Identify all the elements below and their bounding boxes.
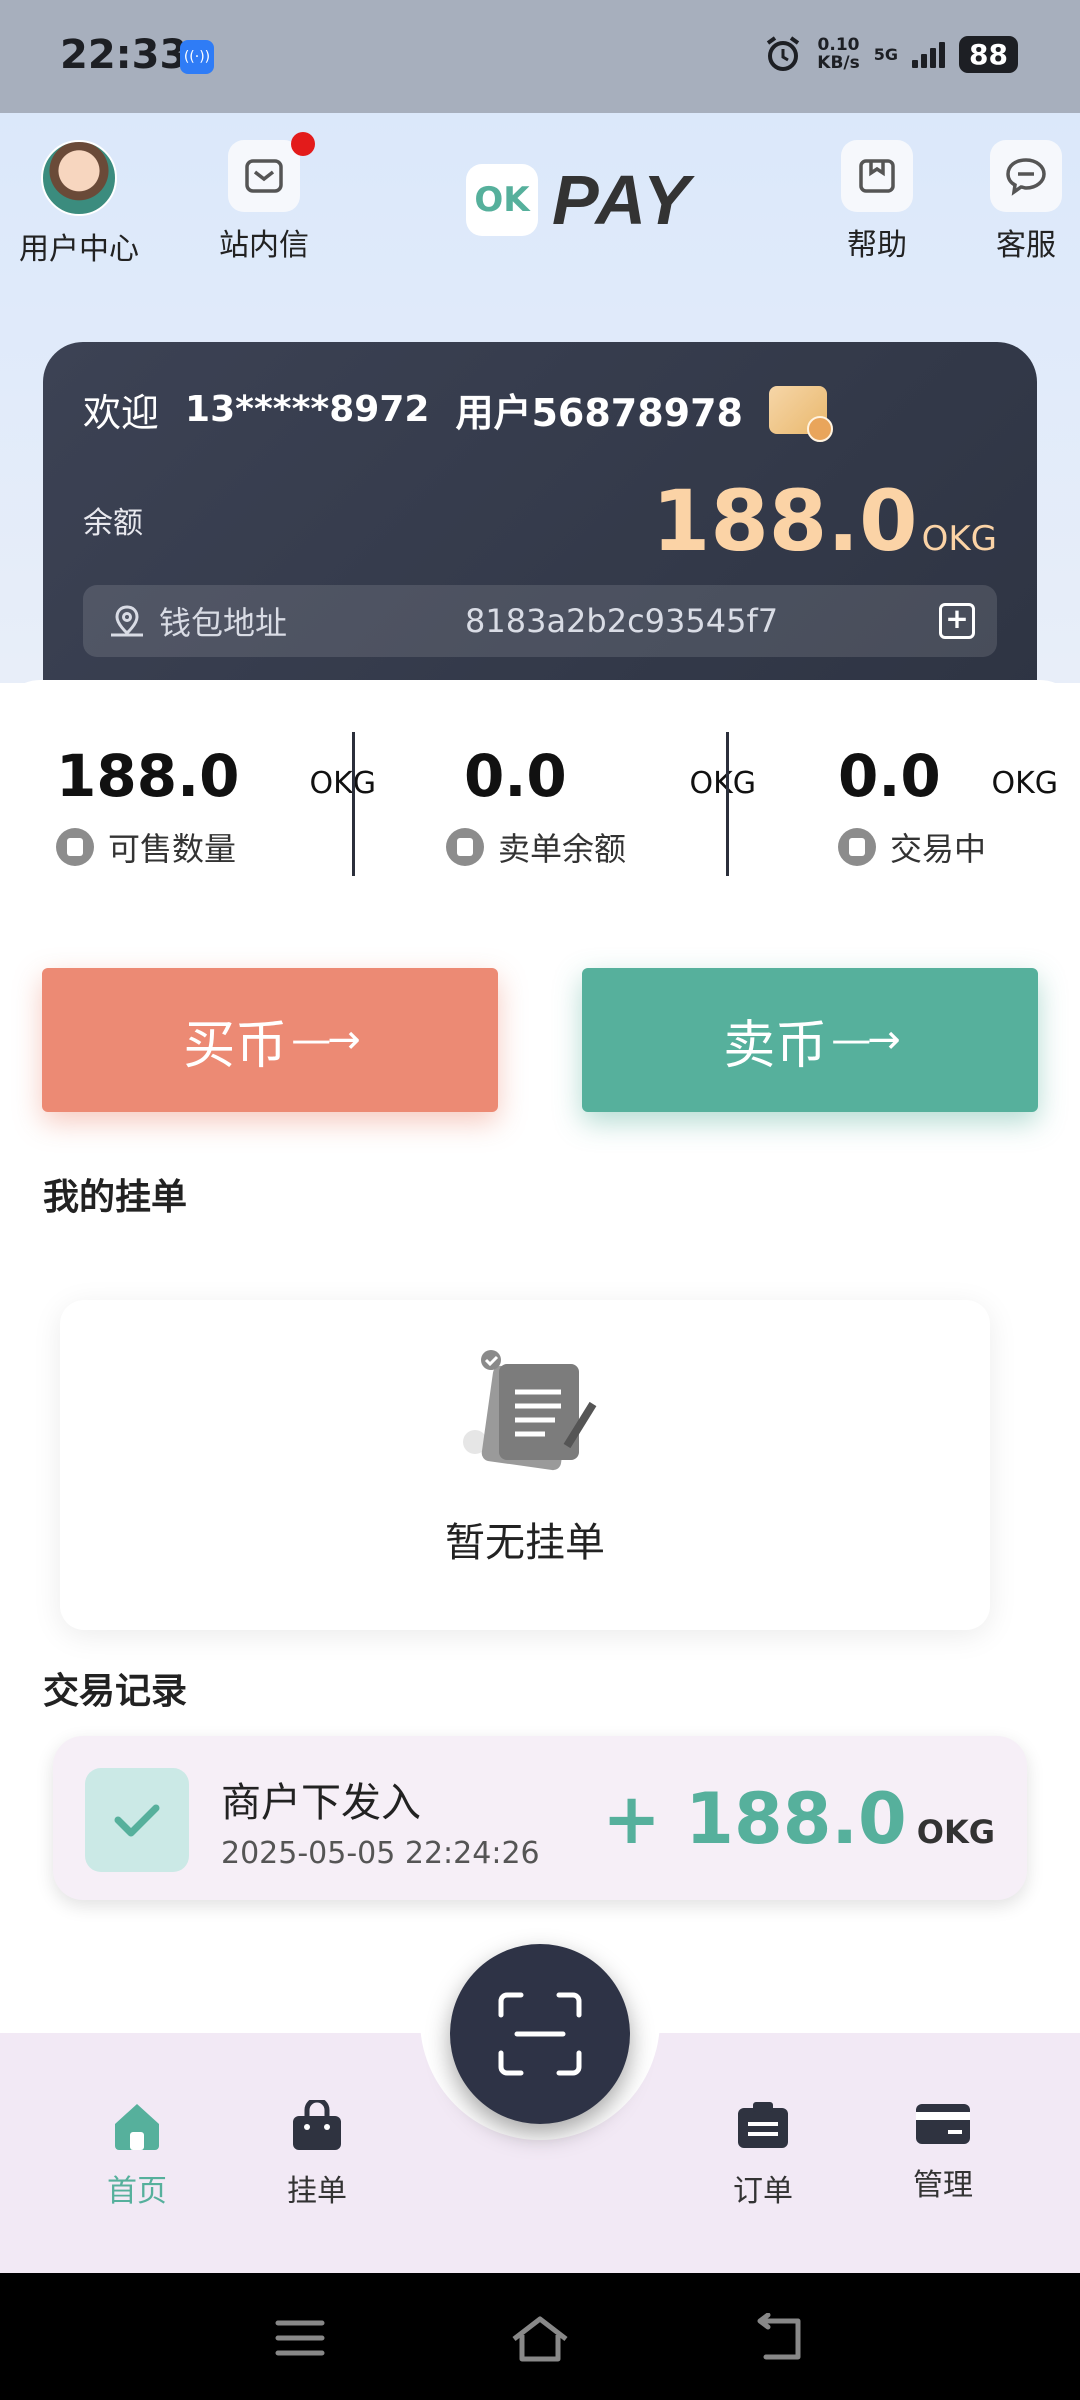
balance-label: 余额 [83,506,143,541]
home-system-icon[interactable] [510,2313,570,2363]
messages-button[interactable]: 站内信 [199,132,329,264]
status-time: 22:33 [60,32,188,78]
stat-unit: OKG [991,766,1058,801]
clipboard-icon [738,2102,788,2148]
user-center-button[interactable]: 用户中心 [14,132,144,268]
stat-caption: 卖单余额 [446,824,750,870]
messages-label: 站内信 [219,228,309,263]
nav-home[interactable]: 首页 [67,2100,207,2210]
system-nav-bar [0,2273,1080,2400]
stat-divider [726,732,729,876]
nav-orders[interactable]: 订单 [693,2100,833,2210]
nav-manage[interactable]: 管理 [873,2100,1013,2204]
balance-amount: 188.0 [651,472,918,570]
help-button[interactable]: 帮助 [812,132,942,264]
transaction-amount-unit: OKG [916,1813,995,1851]
chat-icon [990,140,1062,212]
empty-document-icon [463,1350,597,1471]
alarm-icon [767,36,800,71]
arrow-right-icon: —→ [291,1017,360,1063]
signal-icon [912,40,946,68]
stat-caption: 可售数量 [56,824,376,870]
mail-icon [228,140,300,212]
wallet-card: 欢迎 13*****8972 用户56878978 余额 188.0 OKG 钱… [43,342,1037,722]
battery-indicator: 88 [959,35,1018,73]
nav-orders-label: 订单 [733,2174,793,2209]
sell-coin-button[interactable]: 卖币 —→ [582,968,1038,1112]
balance-unit: OKG [921,519,997,559]
main-panel: 188.0 OKG 可售数量 0.0 OKG 卖单余额 0.0 OKG 交易中 … [0,680,1080,2032]
avatar [41,140,117,216]
back-icon[interactable] [750,2313,810,2363]
card-icon [916,2104,970,2144]
book-icon [841,140,913,212]
my-orders-title: 我的挂单 [43,1177,188,1218]
transaction-time: 2025-05-05 22:24:26 [221,1836,540,1871]
sell-coin-label: 卖币 [723,1015,828,1076]
transaction-title: 商户下发入 [221,1780,421,1826]
nav-home-label: 首页 [107,2174,167,2209]
network-type: 5G [873,44,899,64]
check-icon [85,1768,189,1872]
net-speed: 0.10 KB/s [817,35,860,73]
document-icon [446,828,484,866]
nav-listings-label: 挂单 [287,2174,347,2209]
wallet-icon [838,828,876,866]
status-bar: 22:33 ((·)) 0.10 KB/s 5G 88 [0,0,1080,113]
home-icon [115,2104,159,2150]
app-logo: OK PAY [466,160,692,240]
wallet-address-row: 钱包地址 8183a2b2c93545f7 + [83,585,997,657]
logo-mark: OK [466,164,538,236]
empty-orders-card: 暂无挂单 [60,1300,990,1630]
empty-orders-text: 暂无挂单 [445,1520,605,1566]
stat-in-trade: 0.0 OKG 交易中 [738,742,1058,870]
phone-number: 13*****8972 [185,389,430,430]
hotspot-icon: ((·)) [180,40,214,74]
buy-coin-label: 买币 [183,1015,288,1076]
transaction-item[interactable]: 商户下发入 2025-05-05 22:24:26 + 188.0 OKG [53,1736,1027,1900]
transaction-amount-value: + 188.0 [602,1778,907,1860]
scan-icon [498,1992,582,2076]
copy-icon[interactable]: + [939,603,975,639]
stat-unit: OKG [309,766,376,801]
wallet-address-value: 8183a2b2c93545f7 [465,602,779,640]
wallet-address-label: 钱包地址 [159,604,288,642]
balance-value: 188.0 OKG [652,472,997,570]
support-label: 客服 [996,228,1056,263]
user-center-label: 用户中心 [19,232,139,267]
transactions-title: 交易记录 [43,1671,188,1712]
buy-coin-button[interactable]: 买币 —→ [42,968,498,1112]
unread-badge [291,132,315,156]
status-right: 0.10 KB/s 5G 88 [763,34,1018,74]
verified-id-icon[interactable] [768,385,833,442]
transaction-amount: + 188.0 OKG [602,1778,995,1860]
welcome-row: 欢迎 13*****8972 用户56878978 [83,382,833,442]
stat-caption: 交易中 [838,824,1058,870]
coin-icon [56,828,94,866]
help-label: 帮助 [847,228,907,263]
scan-button[interactable] [450,1944,630,2124]
menu-icon[interactable] [270,2313,330,2363]
nav-manage-label: 管理 [913,2168,973,2203]
user-id: 用户56878978 [455,391,743,435]
logo-text: PAY [552,161,692,239]
stat-available: 188.0 OKG 可售数量 [56,742,376,870]
welcome-text: 欢迎 [83,391,160,435]
nav-listings[interactable]: 挂单 [247,2097,387,2210]
stat-divider [352,732,355,876]
arrow-right-icon: —→ [831,1017,900,1063]
shopping-bag-icon [293,2097,341,2150]
support-button[interactable]: 客服 [961,132,1080,264]
stat-sell-balance: 0.0 OKG 卖单余额 [430,742,756,870]
location-icon [111,605,143,637]
